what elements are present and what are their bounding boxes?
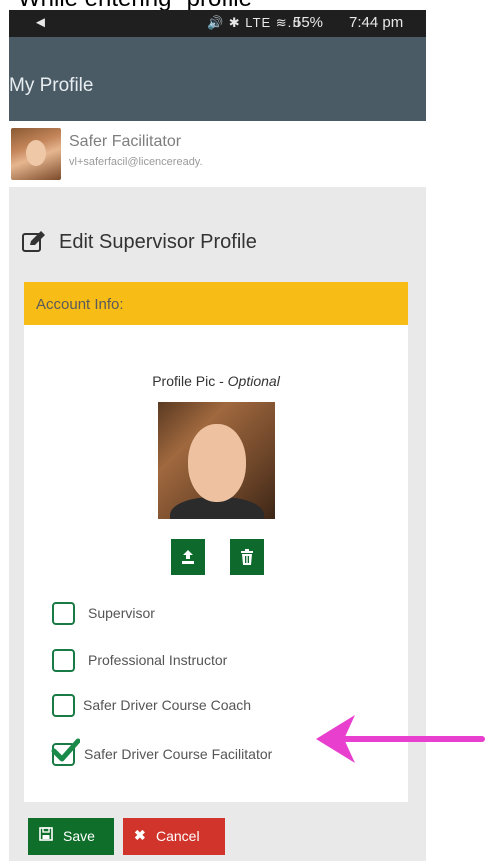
save-label: Save [63,828,95,844]
pointer-arrow-icon [316,715,485,763]
app-bar: My Profile [9,37,426,121]
role-label: Safer Driver Course Coach [83,697,252,713]
save-button[interactable]: Save [28,818,114,855]
edit-icon [22,231,45,252]
role-label: Safer Driver Course Facilitator [84,746,273,762]
delete-photo-button[interactable] [230,539,264,575]
app-bar-title: My Profile [9,75,94,96]
close-icon: ✖ [134,827,146,843]
back-icon[interactable]: ◄ [33,14,48,31]
role-label: Professional Instructor [88,652,228,668]
status-icons: 🔊 ✱ LTE ≋.ıl [207,15,301,30]
account-info-label: Account Info: [36,296,124,313]
profile-pic-label: Profile Pic - Optional [24,373,408,389]
cancel-button[interactable]: ✖ Cancel [123,818,225,855]
avatar [11,128,61,180]
upload-icon [182,550,194,565]
user-name: Safer Facilitator [69,133,182,150]
page-title: Edit Supervisor Profile [59,231,257,253]
user-summary[interactable]: Safer Facilitator vl+saferfacil@licencer… [9,121,426,187]
status-time: 7:44 pm [349,14,404,31]
status-bar: ◄ 🔊 ✱ LTE ≋.ıl 55% 7:44 pm [9,10,426,37]
checkbox[interactable] [52,649,75,672]
checkbox[interactable] [52,694,75,717]
profile-pic-label-text: Profile Pic - [152,373,228,389]
profile-photo [158,402,275,519]
role-label: Supervisor [88,605,155,621]
caption: While entering "profile" [18,0,418,10]
checkbox[interactable] [52,602,75,625]
user-email: vl+saferfacil@licenceready. [69,156,203,168]
upload-photo-button[interactable] [171,539,205,575]
floppy-icon [39,827,53,841]
cancel-label: Cancel [156,828,200,844]
account-info-header: Account Info: [24,282,408,325]
battery-level: 55% [293,14,324,31]
profile-pic-optional: Optional [227,373,280,389]
trash-icon [241,549,253,566]
checkmark-icon [51,738,80,762]
